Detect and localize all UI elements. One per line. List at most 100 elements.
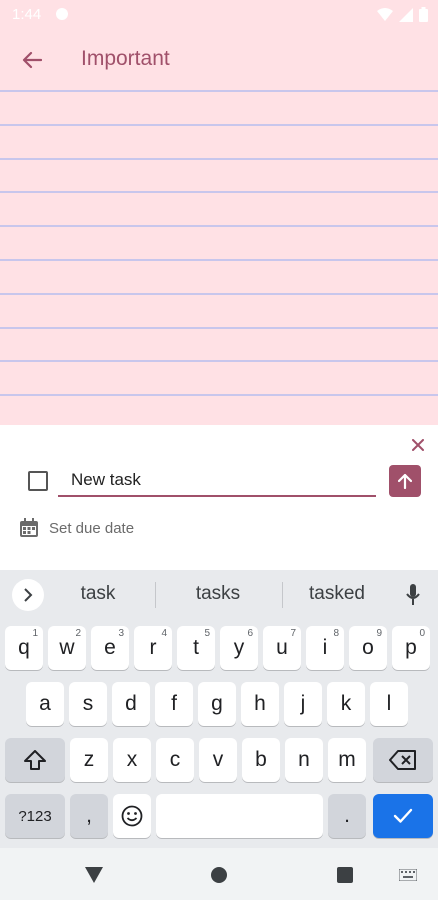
suggestion-item[interactable]: tasked bbox=[282, 583, 392, 605]
comma-key[interactable]: , bbox=[70, 794, 108, 838]
emoji-key[interactable] bbox=[113, 794, 151, 838]
key-a[interactable]: a bbox=[26, 682, 64, 726]
key-i[interactable]: i8 bbox=[306, 626, 344, 670]
status-bar: 1:44 bbox=[0, 0, 438, 30]
set-due-date-label: Set due date bbox=[49, 519, 135, 537]
suggestion-item[interactable]: task bbox=[43, 583, 153, 605]
keyboard-switch-icon[interactable] bbox=[398, 868, 418, 882]
task-checkbox[interactable] bbox=[28, 471, 48, 491]
suggestion-strip: task tasks tasked bbox=[0, 570, 438, 620]
check-icon bbox=[393, 808, 413, 823]
rule-line bbox=[0, 225, 438, 227]
wifi-icon bbox=[377, 7, 393, 21]
key-x[interactable]: x bbox=[113, 738, 151, 782]
close-button[interactable] bbox=[406, 433, 430, 457]
key-b[interactable]: b bbox=[242, 738, 280, 782]
key-k[interactable]: k bbox=[327, 682, 365, 726]
square-recents-icon bbox=[337, 867, 353, 883]
key-hint: 9 bbox=[376, 628, 382, 639]
key-hint: 2 bbox=[75, 628, 81, 639]
key-d[interactable]: d bbox=[112, 682, 150, 726]
key-g[interactable]: g bbox=[198, 682, 236, 726]
status-time: 1:44 bbox=[12, 6, 42, 23]
backspace-key[interactable] bbox=[373, 738, 433, 782]
key-hint: 3 bbox=[118, 628, 124, 639]
enter-key[interactable] bbox=[373, 794, 433, 838]
suggestion-item[interactable]: tasks bbox=[163, 583, 273, 605]
key-r[interactable]: r4 bbox=[134, 626, 172, 670]
rule-line bbox=[0, 394, 438, 396]
shift-key[interactable] bbox=[5, 738, 65, 782]
rule-line bbox=[0, 90, 438, 92]
key-j[interactable]: j bbox=[284, 682, 322, 726]
rule-line bbox=[0, 191, 438, 193]
key-label: w bbox=[59, 636, 75, 659]
key-c[interactable]: c bbox=[156, 738, 194, 782]
mic-icon bbox=[406, 584, 420, 605]
key-hint: 6 bbox=[247, 628, 253, 639]
key-s[interactable]: s bbox=[69, 682, 107, 726]
rule-line bbox=[0, 327, 438, 329]
key-label: r bbox=[149, 636, 157, 659]
system-nav-bar bbox=[0, 848, 438, 900]
key-l[interactable]: l bbox=[370, 682, 408, 726]
key-hint: 4 bbox=[161, 628, 167, 639]
key-m[interactable]: m bbox=[328, 738, 366, 782]
key-hint: 7 bbox=[290, 628, 296, 639]
key-n[interactable]: n bbox=[285, 738, 323, 782]
key-u[interactable]: u7 bbox=[263, 626, 301, 670]
rule-line bbox=[0, 259, 438, 261]
rule-line bbox=[0, 360, 438, 362]
nav-back-button[interactable] bbox=[81, 862, 107, 888]
emoji-icon bbox=[121, 805, 143, 827]
key-hint: 5 bbox=[204, 628, 210, 639]
key-o[interactable]: o9 bbox=[349, 626, 387, 670]
nav-home-button[interactable] bbox=[206, 862, 232, 888]
back-button[interactable] bbox=[14, 42, 50, 78]
key-p[interactable]: p0 bbox=[392, 626, 430, 670]
status-icons bbox=[377, 7, 428, 22]
set-due-date-button[interactable]: Set due date bbox=[19, 518, 134, 538]
key-v[interactable]: v bbox=[199, 738, 237, 782]
page-title: Important bbox=[81, 47, 170, 70]
triangle-back-icon bbox=[85, 867, 103, 883]
arrow-left-icon bbox=[22, 51, 42, 69]
new-task-sheet: Set due date bbox=[0, 425, 438, 570]
key-label: e bbox=[104, 636, 116, 659]
nav-recents-button[interactable] bbox=[332, 862, 358, 888]
notification-icon bbox=[56, 8, 68, 20]
task-input[interactable] bbox=[58, 465, 376, 497]
shift-icon bbox=[24, 750, 46, 770]
symbols-key[interactable]: ?123 bbox=[5, 794, 65, 838]
circle-home-icon bbox=[211, 867, 227, 883]
key-w[interactable]: w2 bbox=[48, 626, 86, 670]
keyboard: task tasks tasked q1 w2 e3 r4 t5 y6 u7 i… bbox=[0, 570, 438, 848]
key-hint: 0 bbox=[419, 628, 425, 639]
key-y[interactable]: y6 bbox=[220, 626, 258, 670]
key-label: o bbox=[362, 636, 374, 659]
keyboard-expand-button[interactable] bbox=[12, 579, 44, 611]
battery-icon bbox=[419, 7, 428, 22]
space-key[interactable] bbox=[156, 794, 323, 838]
key-t[interactable]: t5 bbox=[177, 626, 215, 670]
rule-line bbox=[0, 158, 438, 160]
suggestion-divider bbox=[155, 582, 156, 608]
key-h[interactable]: h bbox=[241, 682, 279, 726]
signal-icon bbox=[399, 7, 413, 22]
chevron-right-icon bbox=[24, 588, 33, 602]
add-task-button[interactable] bbox=[389, 465, 421, 497]
key-z[interactable]: z bbox=[70, 738, 108, 782]
key-hint: 8 bbox=[333, 628, 339, 639]
rule-line bbox=[0, 124, 438, 126]
key-f[interactable]: f bbox=[155, 682, 193, 726]
mic-button[interactable] bbox=[400, 582, 426, 608]
key-q[interactable]: q1 bbox=[5, 626, 43, 670]
key-label: t bbox=[193, 636, 199, 659]
task-list-area bbox=[0, 90, 438, 425]
backspace-icon bbox=[389, 750, 416, 770]
key-e[interactable]: e3 bbox=[91, 626, 129, 670]
key-label: p bbox=[405, 636, 417, 659]
calendar-icon bbox=[20, 518, 38, 537]
period-key[interactable]: . bbox=[328, 794, 366, 838]
key-hint: 1 bbox=[32, 628, 38, 639]
